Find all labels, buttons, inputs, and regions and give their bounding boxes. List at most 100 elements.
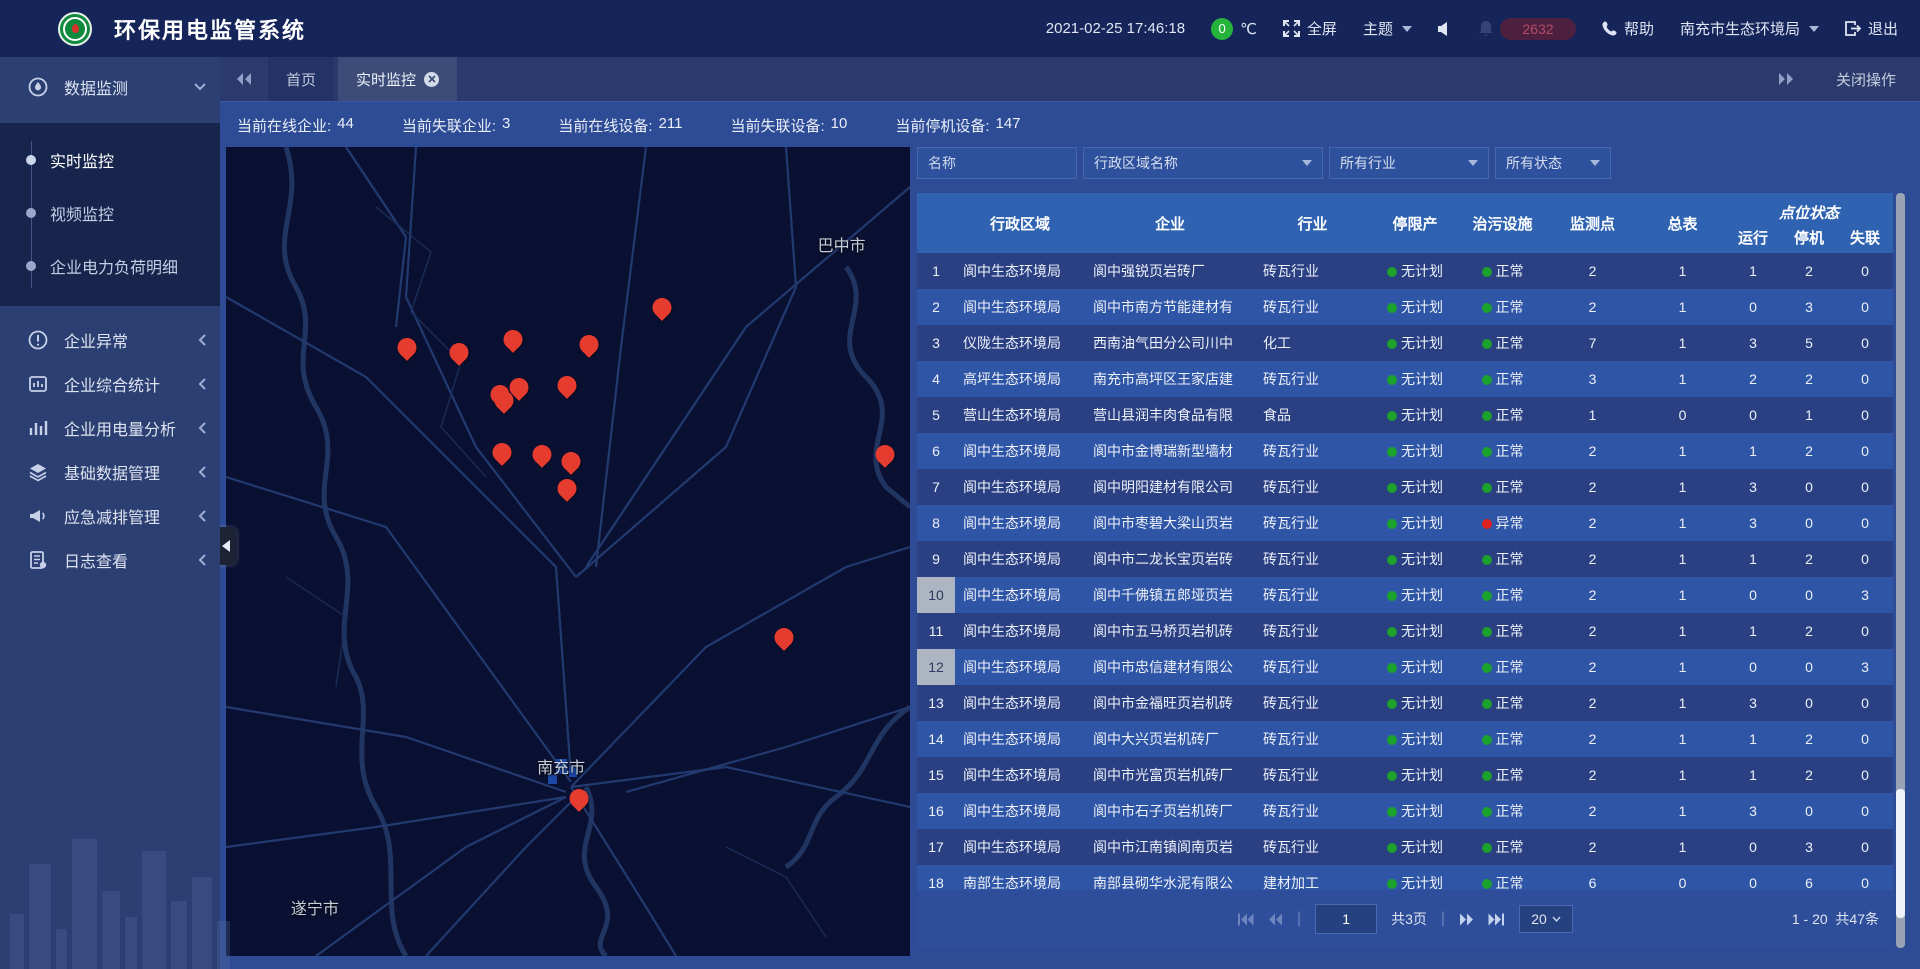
tabs-scroll-right-button[interactable] [1762, 73, 1810, 85]
status-dot-icon [1387, 735, 1397, 745]
table-row[interactable]: 9阆中生态环境局阆中市二龙长宝页岩砖砖瓦行业无计划正常21120 [917, 541, 1893, 577]
sidebar-item-video-monitor[interactable]: 视频监控 [0, 186, 220, 239]
cell-row-number: 13 [917, 685, 955, 721]
cell-industry: 砖瓦行业 [1255, 585, 1370, 605]
status-dot-icon [1387, 807, 1397, 817]
table-row[interactable]: 3仪陇生态环境局西南油气田分公司川中化工无计划正常71350 [917, 325, 1893, 361]
sidebar-item-emergency-reduction[interactable]: 应急减排管理 [0, 494, 220, 538]
org-dropdown[interactable]: 南充市生态环境局 [1680, 18, 1819, 39]
table-row[interactable]: 7阆中生态环境局阆中明阳建材有限公司砖瓦行业无计划正常21300 [917, 469, 1893, 505]
status-dot-icon [1387, 339, 1397, 349]
sidebar-item-power-load-detail[interactable]: 企业电力负荷明细 [0, 239, 220, 292]
map-canvas[interactable]: 巴中市南充市遂宁市 [226, 147, 910, 956]
cell-lost-count: 0 [1837, 443, 1893, 459]
cell-company: 阆中明阳建材有限公司 [1085, 477, 1255, 497]
close-operations-button[interactable]: 关闭操作 [1836, 69, 1896, 90]
cell-lost-count: 0 [1837, 515, 1893, 531]
cell-lost-count: 3 [1837, 659, 1893, 675]
fullscreen-button[interactable]: 全屏 [1283, 18, 1337, 39]
cell-region: 阆中生态环境局 [955, 549, 1085, 569]
table-row[interactable]: 14阆中生态环境局阆中大兴页岩机砖厂砖瓦行业无计划正常21120 [917, 721, 1893, 757]
cell-company: 阆中市南方节能建材有 [1085, 297, 1255, 317]
cell-industry: 砖瓦行业 [1255, 297, 1370, 317]
bullet-icon [26, 208, 36, 218]
table-row[interactable]: 1阆中生态环境局阆中强锐页岩砖厂砖瓦行业无计划正常21120 [917, 253, 1893, 289]
table-row[interactable]: 16阆中生态环境局阆中市石子页岩机砖厂砖瓦行业无计划正常21300 [917, 793, 1893, 829]
notification-widget[interactable]: 2632 [1479, 18, 1576, 40]
sidebar-item-log-view[interactable]: 日志查看 [0, 538, 220, 582]
table-body: 1阆中生态环境局阆中强锐页岩砖厂砖瓦行业无计划正常211202阆中生态环境局阆中… [917, 253, 1893, 890]
name-filter-input[interactable] [917, 147, 1077, 179]
logout-button[interactable]: 退出 [1845, 18, 1898, 39]
table-row[interactable]: 2阆中生态环境局阆中市南方节能建材有砖瓦行业无计划正常21030 [917, 289, 1893, 325]
chevron-down-icon [1402, 26, 1412, 32]
cell-industry: 化工 [1255, 333, 1370, 353]
industry-filter-select[interactable]: 所有行业 [1329, 147, 1489, 179]
col-run: 运行 [1725, 227, 1781, 248]
cell-meter-count: 1 [1640, 299, 1725, 315]
cell-company: 阆中市五马桥页岩机砖 [1085, 621, 1255, 641]
tab-realtime-monitor[interactable]: 实时监控 [338, 57, 457, 101]
status-dot-icon [1482, 555, 1492, 565]
cell-row-number: 2 [917, 289, 955, 325]
status-filter-select[interactable]: 所有状态 [1495, 147, 1611, 179]
temperature-unit: ℃ [1240, 20, 1257, 38]
table-row[interactable]: 13阆中生态环境局阆中市金福旺页岩机砖砖瓦行业无计划正常21300 [917, 685, 1893, 721]
table-row[interactable]: 15阆中生态环境局阆中市光富页岩机砖厂砖瓦行业无计划正常21120 [917, 757, 1893, 793]
cell-industry: 砖瓦行业 [1255, 261, 1370, 281]
table-row[interactable]: 4高坪生态环境局南充市高坪区王家店建砖瓦行业无计划正常31220 [917, 361, 1893, 397]
map-city-label: 巴中市 [818, 232, 866, 256]
region-filter-select[interactable]: 行政区域名称 [1083, 147, 1323, 179]
notification-count-badge: 2632 [1500, 18, 1576, 40]
cell-run-count: 1 [1725, 623, 1781, 639]
help-button[interactable]: 帮助 [1602, 18, 1654, 39]
scrollbar-thumb[interactable] [1896, 789, 1905, 917]
next-page-button[interactable] [1459, 913, 1474, 926]
cell-industry: 建材加工 [1255, 873, 1370, 890]
cell-region: 阆中生态环境局 [955, 585, 1085, 605]
cell-lost-count: 0 [1837, 731, 1893, 747]
first-page-button[interactable] [1237, 913, 1254, 926]
sidebar-item-data-monitoring[interactable]: 数据监测 [0, 65, 220, 109]
close-tab-icon[interactable] [424, 72, 439, 87]
cell-facility-status: 正常 [1460, 333, 1545, 353]
table-row[interactable]: 12阆中生态环境局阆中市忠信建材有限公砖瓦行业无计划正常21003 [917, 649, 1893, 685]
tab-home[interactable]: 首页 [268, 57, 334, 101]
col-company: 企业 [1085, 193, 1255, 253]
sidebar-item-base-data-management[interactable]: 基础数据管理 [0, 450, 220, 494]
page-number-input[interactable] [1315, 904, 1377, 934]
tabs-scroll-left-button[interactable] [220, 57, 268, 101]
table-scrollbar[interactable] [1896, 193, 1905, 948]
cell-monitor-count: 2 [1545, 263, 1640, 279]
cell-facility-status: 正常 [1460, 477, 1545, 497]
cell-region: 阆中生态环境局 [955, 477, 1085, 497]
table-row[interactable]: 11阆中生态环境局阆中市五马桥页岩机砖砖瓦行业无计划正常21120 [917, 613, 1893, 649]
cell-facility-status: 正常 [1460, 837, 1545, 857]
cell-stop-count: 1 [1781, 407, 1837, 423]
table-row[interactable]: 18南部生态环境局南部县砌华水泥有限公建材加工无计划正常60060 [917, 865, 1893, 890]
cell-company: 南充市高坪区王家店建 [1085, 369, 1255, 389]
status-dot-icon [1387, 591, 1397, 601]
sidebar-item-power-usage-analysis[interactable]: 企业用电量分析 [0, 406, 220, 450]
cell-company: 阆中市二龙长宝页岩砖 [1085, 549, 1255, 569]
sidebar-item-realtime-monitor[interactable]: 实时监控 [0, 133, 220, 186]
sidebar-item-enterprise-abnormal[interactable]: 企业异常 [0, 318, 220, 362]
sound-button[interactable] [1438, 22, 1453, 36]
theme-dropdown[interactable]: 主题 [1363, 18, 1412, 39]
page-size-select[interactable]: 20 [1519, 905, 1573, 933]
cell-facility-status: 正常 [1460, 873, 1545, 890]
cell-industry: 砖瓦行业 [1255, 549, 1370, 569]
status-dot-icon [1482, 807, 1492, 817]
table-row[interactable]: 6阆中生态环境局阆中市金博瑞新型墙材砖瓦行业无计划正常21120 [917, 433, 1893, 469]
table-row[interactable]: 17阆中生态环境局阆中市江南镇阆南页岩砖瓦行业无计划正常21030 [917, 829, 1893, 865]
cell-industry: 砖瓦行业 [1255, 801, 1370, 821]
fullscreen-icon [1283, 20, 1300, 37]
cell-industry: 食品 [1255, 405, 1370, 425]
prev-page-button[interactable] [1268, 913, 1283, 926]
table-row[interactable]: 10阆中生态环境局阆中千佛镇五郎垭页岩砖瓦行业无计划正常21003 [917, 577, 1893, 613]
table-row[interactable]: 5营山生态环境局营山县润丰肉食品有限食品无计划正常10010 [917, 397, 1893, 433]
last-page-button[interactable] [1488, 913, 1505, 926]
table-row[interactable]: 8阆中生态环境局阆中市枣碧大梁山页岩砖瓦行业无计划异常21300 [917, 505, 1893, 541]
cell-limit-status: 无计划 [1370, 801, 1460, 821]
sidebar-item-enterprise-statistics[interactable]: 企业综合统计 [0, 362, 220, 406]
